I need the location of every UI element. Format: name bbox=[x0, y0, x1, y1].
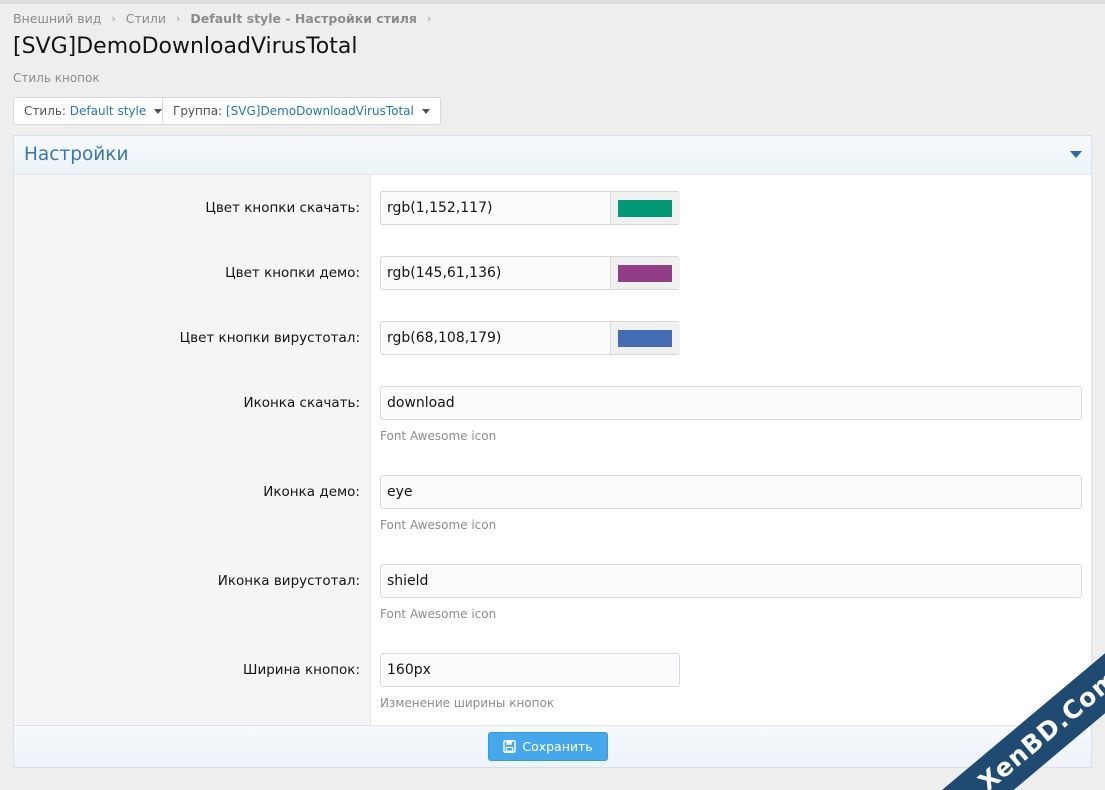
caret-down-icon bbox=[154, 109, 163, 114]
collapse-toggle-icon[interactable] bbox=[1070, 151, 1082, 158]
virustotal-color-value[interactable]: rgb(68,108,179) bbox=[387, 322, 501, 354]
download-icon-input[interactable] bbox=[380, 386, 1082, 420]
virustotal-icon-input[interactable] bbox=[380, 564, 1082, 598]
panel-title: Настройки bbox=[24, 144, 129, 165]
panel-footer: Сохранить bbox=[14, 725, 1091, 767]
group-filter-value: [SVG]DemoDownloadVirusTotal bbox=[225, 104, 414, 118]
virustotal-color-swatch[interactable] bbox=[618, 330, 672, 347]
save-button-label: Сохранить bbox=[522, 739, 593, 754]
breadcrumb-item-styles[interactable]: Стили bbox=[126, 11, 166, 26]
download-color-value[interactable]: rgb(1,152,117) bbox=[387, 192, 492, 224]
demo-color-picker[interactable] bbox=[611, 257, 680, 289]
top-edge-bar bbox=[0, 0, 1105, 4]
demo-color-field[interactable]: rgb(145,61,136) bbox=[380, 256, 680, 290]
chevron-right-icon: › bbox=[426, 12, 432, 25]
breadcrumb-item-appearance[interactable]: Внешний вид bbox=[13, 11, 101, 26]
page-title: [SVG]DemoDownloadVirusTotal bbox=[13, 34, 358, 59]
chevron-right-icon: › bbox=[176, 12, 181, 25]
style-filter-button[interactable]: Стиль: Default style bbox=[13, 97, 174, 125]
group-filter-label: Группа: bbox=[173, 104, 223, 118]
save-button[interactable]: Сохранить bbox=[488, 732, 608, 761]
virustotal-color-label: Цвет кнопки вирустотал: bbox=[179, 330, 360, 346]
download-color-field[interactable]: rgb(1,152,117) bbox=[380, 191, 680, 225]
button-width-hint: Изменение ширины кнопок bbox=[380, 696, 555, 710]
panel-header[interactable]: Настройки bbox=[14, 136, 1091, 175]
demo-color-value[interactable]: rgb(145,61,136) bbox=[387, 257, 501, 289]
virustotal-color-field[interactable]: rgb(68,108,179) bbox=[380, 321, 680, 355]
page-description: Стиль кнопок bbox=[13, 71, 100, 85]
demo-icon-input[interactable] bbox=[380, 475, 1082, 509]
download-icon-hint: Font Awesome icon bbox=[380, 429, 497, 443]
virustotal-color-picker[interactable] bbox=[611, 322, 680, 354]
button-width-input[interactable] bbox=[380, 653, 680, 687]
button-width-label: Ширина кнопок: bbox=[243, 662, 360, 678]
caret-down-icon bbox=[421, 109, 430, 114]
floppy-disk-icon bbox=[503, 740, 517, 753]
demo-icon-label: Иконка демо: bbox=[263, 484, 360, 500]
chevron-right-icon: › bbox=[111, 12, 116, 25]
download-color-picker[interactable] bbox=[611, 192, 680, 224]
breadcrumb: Внешний вид › Стили › Default style - На… bbox=[13, 10, 437, 26]
settings-panel: Настройки Цвет кнопки скачать: Цвет кноп… bbox=[13, 135, 1092, 768]
style-filter-label: Стиль: bbox=[24, 104, 66, 118]
download-color-swatch[interactable] bbox=[618, 200, 672, 217]
group-filter-button[interactable]: Группа: [SVG]DemoDownloadVirusTotal bbox=[162, 97, 441, 125]
demo-color-label: Цвет кнопки демо: bbox=[225, 265, 360, 281]
style-filter-value: Default style bbox=[69, 104, 147, 118]
demo-icon-hint: Font Awesome icon bbox=[380, 518, 497, 532]
virustotal-icon-label: Иконка вирустотал: bbox=[217, 573, 360, 589]
demo-color-swatch[interactable] bbox=[618, 265, 672, 282]
breadcrumb-item-style-settings[interactable]: Default style - Настройки стиля bbox=[190, 11, 417, 26]
labels-column: Цвет кнопки скачать: Цвет кнопки демо: Ц… bbox=[14, 175, 371, 727]
virustotal-icon-hint: Font Awesome icon bbox=[380, 607, 497, 621]
download-color-label: Цвет кнопки скачать: bbox=[205, 200, 360, 216]
download-icon-label: Иконка скачать: bbox=[243, 395, 360, 411]
